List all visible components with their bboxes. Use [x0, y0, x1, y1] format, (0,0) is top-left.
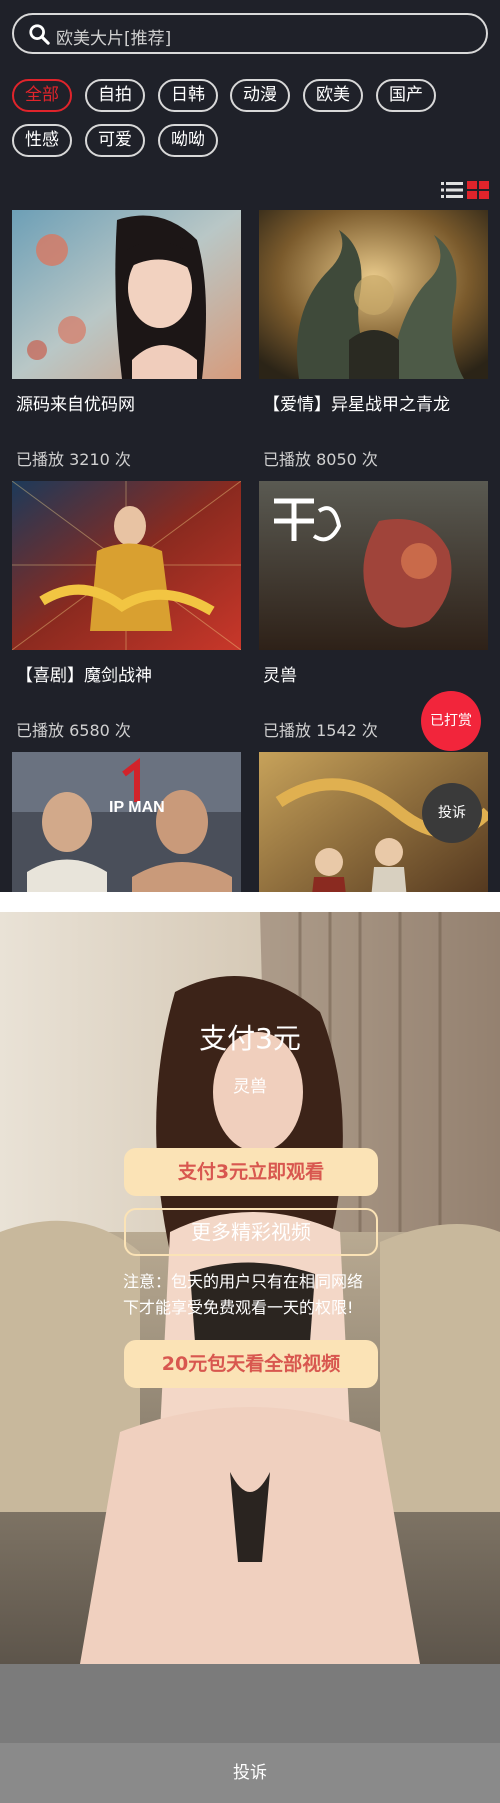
- pay-now-button[interactable]: 支付3元立即观看: [124, 1148, 378, 1196]
- notice-text: 注意：包天的用户只有在相同网络 下才能享受免费观看一天的权限!: [123, 1269, 393, 1321]
- video-title[interactable]: 源码来自优码网: [16, 390, 135, 415]
- search-placeholder: 欧美大片[推荐]: [56, 29, 172, 49]
- video-list-panel: 欧美大片[推荐] 全部 自拍 日韩 动漫 欧美 国产 性感 可爱 呦呦 源码来自…: [0, 0, 500, 892]
- grid-view-icon[interactable]: [467, 181, 489, 199]
- app: 欧美大片[推荐] 全部 自拍 日韩 动漫 欧美 国产 性感 可爱 呦呦 源码来自…: [0, 0, 500, 1803]
- tag-all[interactable]: 全部: [12, 79, 72, 112]
- search-input[interactable]: 欧美大片[推荐]: [12, 13, 488, 54]
- report-button[interactable]: 投诉: [0, 1743, 500, 1803]
- tag-western[interactable]: 欧美: [303, 79, 363, 112]
- more-videos-button[interactable]: 更多精彩视频: [124, 1208, 378, 1256]
- video-thumbnail[interactable]: [259, 210, 488, 379]
- video-thumbnail[interactable]: [12, 210, 241, 379]
- play-count: 已播放 8050 次: [263, 450, 378, 469]
- play-count: 已播放 3210 次: [16, 450, 131, 469]
- notice-line: 注意：包天的用户只有在相同网络: [123, 1272, 364, 1291]
- video-thumbnail[interactable]: [12, 481, 241, 650]
- tag-selfie[interactable]: 自拍: [85, 79, 145, 112]
- video-name: 灵兽: [233, 1077, 267, 1097]
- video-title[interactable]: 【喜剧】魔剑战神: [16, 661, 152, 686]
- notice-line: 下才能享受免费观看一天的权限!: [123, 1298, 354, 1317]
- tag-jpkr[interactable]: 日韩: [158, 79, 218, 112]
- tag-domestic[interactable]: 国产: [376, 79, 436, 112]
- report-float-button[interactable]: 投诉: [422, 783, 482, 843]
- poster-text: IP MAN: [109, 799, 165, 816]
- daily-pass-button[interactable]: 20元包天看全部视频: [124, 1340, 378, 1388]
- play-count: 已播放 1542 次: [263, 721, 378, 740]
- tag-sexy[interactable]: 性感: [12, 124, 72, 157]
- play-count: 已播放 6580 次: [16, 721, 131, 740]
- pay-title: 支付3元: [199, 1022, 301, 1055]
- tag-youyou[interactable]: 呦呦: [158, 124, 218, 157]
- search-icon: [29, 24, 50, 45]
- video-thumbnail[interactable]: IP MAN: [12, 752, 241, 892]
- video-title[interactable]: 【爱情】异星战甲之青龙: [263, 390, 450, 415]
- tag-cute[interactable]: 可爱: [85, 124, 145, 157]
- video-thumbnail[interactable]: [259, 481, 488, 650]
- pay-panel: 支付3元 灵兽 支付3元立即观看 更多精彩视频 注意：包天的用户只有在相同网络 …: [0, 912, 500, 1803]
- video-title[interactable]: 灵兽: [263, 661, 297, 686]
- list-view-icon[interactable]: [441, 181, 463, 199]
- tag-anime[interactable]: 动漫: [230, 79, 290, 112]
- reward-button[interactable]: 已打赏: [421, 691, 481, 751]
